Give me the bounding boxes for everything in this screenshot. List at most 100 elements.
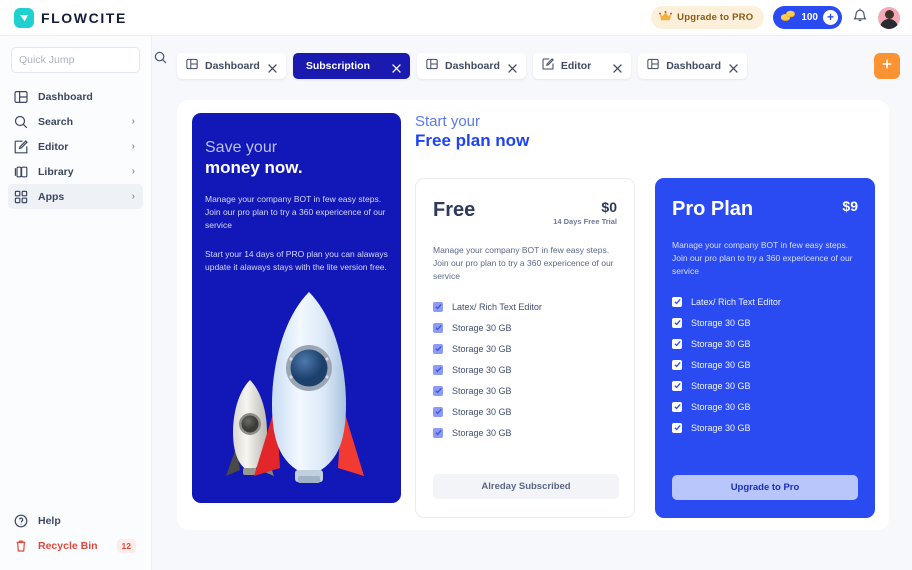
plans-section: Start your Free plan now Free $0 14 Days… <box>415 113 875 518</box>
quick-jump-search[interactable] <box>11 47 167 73</box>
plans-title: Free plan now <box>415 131 530 150</box>
sidebar-item-label: Recycle Bin <box>38 539 98 552</box>
sidebar-item-label: Help <box>38 514 61 527</box>
plan-header: Pro Plan $9 <box>655 178 875 221</box>
tab-subscription[interactable]: Subscription <box>292 53 411 79</box>
tab-dashboard-2[interactable]: Dashboard <box>417 53 526 79</box>
bell-icon <box>853 8 867 28</box>
dashboard-icon <box>14 90 34 104</box>
feature-item: Storage 30 GB <box>672 375 858 396</box>
avatar-head <box>884 9 894 19</box>
rockets-illustration <box>192 280 401 495</box>
feature-item: Storage 30 GB <box>433 401 617 422</box>
chevron-right-icon: › <box>131 141 135 152</box>
checkbox-checked-icon <box>672 317 682 328</box>
avatar[interactable] <box>878 6 900 29</box>
feature-item: Storage 30 GB <box>433 422 617 443</box>
sidebar: Dashboard Search › Editor <box>0 36 167 570</box>
plan-price: $0 <box>601 199 617 215</box>
plan-price-box: $9 <box>842 198 858 214</box>
close-icon[interactable] <box>507 61 518 73</box>
avatar-body <box>880 18 898 29</box>
plan-name: Free <box>433 199 476 221</box>
coins-icon <box>780 9 796 27</box>
upgrade-to-pro-cta-button[interactable]: Upgrade to Pro <box>672 475 858 500</box>
plan-features: Latex/ Rich Text Editor Storage 30 GB St… <box>416 282 634 443</box>
add-tab-button[interactable] <box>874 53 900 79</box>
sidebar-item-dashboard[interactable]: Dashboard <box>8 84 143 109</box>
feature-item: Storage 30 GB <box>433 380 617 401</box>
plan-description: Manage your company BOT in few easy step… <box>433 245 614 281</box>
close-icon[interactable] <box>267 61 278 73</box>
checkbox-checked-icon <box>433 343 443 354</box>
sidebar-footer: Help Recycle Bin 12 <box>0 508 152 558</box>
feature-label: Storage 30 GB <box>691 317 751 328</box>
sidebar-item-library[interactable]: Library › <box>8 159 143 184</box>
app-root: FLOWCITE Upgrade to PRO 100 + Quick Jump… <box>0 0 912 570</box>
feature-label: Storage 30 GB <box>452 364 512 375</box>
search-input[interactable] <box>19 54 154 66</box>
tab-dashboard-3[interactable]: Dashboard <box>638 53 748 79</box>
plan-card-pro: Pro Plan $9 Manage your company BOT in f… <box>655 178 875 518</box>
sidebar-item-label: Search <box>38 115 74 128</box>
feature-label: Storage 30 GB <box>452 322 512 333</box>
app-logo[interactable]: FLOWCITE <box>14 7 127 28</box>
add-coins-button[interactable]: + <box>823 10 838 25</box>
feature-label: Storage 30 GB <box>691 359 751 370</box>
sidebar-item-label: Editor <box>38 140 69 153</box>
plan-price-box: $0 14 Days Free Trial <box>553 199 617 226</box>
dashboard-icon <box>426 57 438 75</box>
sidebar-item-apps[interactable]: Apps › <box>8 184 143 209</box>
upgrade-to-pro-button[interactable]: Upgrade to PRO <box>651 6 765 29</box>
checkbox-checked-icon <box>672 401 682 412</box>
feature-item: Storage 30 GB <box>433 338 617 359</box>
feature-label: Storage 30 GB <box>452 427 512 438</box>
already-subscribed-button[interactable]: Alreday Subscribed <box>433 474 619 499</box>
sidebar-item-editor[interactable]: Editor › <box>8 134 143 159</box>
upgrade-to-pro-label: Upgrade to PRO <box>677 12 754 23</box>
sidebar-item-recycle-bin[interactable]: Recycle Bin 12 <box>8 533 144 558</box>
checkbox-checked-icon <box>672 296 682 307</box>
coins-balance-pill[interactable]: 100 + <box>773 6 842 29</box>
close-icon[interactable] <box>728 61 739 73</box>
plan-features: Latex/ Rich Text Editor Storage 30 GB St… <box>655 277 875 438</box>
close-icon[interactable] <box>612 61 623 73</box>
editor-icon <box>542 57 554 75</box>
feature-label: Storage 30 GB <box>452 385 512 396</box>
plans-subtitle: Start your <box>415 113 481 130</box>
sidebar-item-search[interactable]: Search › <box>8 109 143 134</box>
promo-card: Save your money now. Manage your company… <box>192 113 401 503</box>
checkbox-checked-icon <box>433 364 443 375</box>
promo-paragraph-1: Manage your company BOT in few easy step… <box>205 194 386 231</box>
checkbox-checked-icon <box>433 322 443 333</box>
coins-count: 100 <box>801 12 818 23</box>
feature-item: Latex/ Rich Text Editor <box>672 291 858 312</box>
feature-item: Storage 30 GB <box>672 312 858 333</box>
plan-description: Manage your company BOT in few easy step… <box>672 240 853 276</box>
notifications-button[interactable] <box>851 8 869 28</box>
editor-icon <box>14 139 34 154</box>
feature-item: Storage 30 GB <box>672 396 858 417</box>
tab-label: Dashboard <box>445 60 500 72</box>
chevron-right-icon: › <box>131 166 135 177</box>
trash-icon <box>14 539 34 553</box>
checkbox-checked-icon <box>433 301 443 312</box>
help-circle-icon <box>14 514 34 528</box>
plus-icon <box>880 57 894 76</box>
tab-editor[interactable]: Editor <box>532 53 632 79</box>
search-icon <box>14 115 34 129</box>
promo-paragraph-2: Start your 14 days of PRO plan you can a… <box>205 248 388 272</box>
library-icon <box>14 165 34 179</box>
plan-cards: Free $0 14 Days Free Trial Manage your c… <box>415 178 875 518</box>
feature-label: Latex/ Rich Text Editor <box>691 296 781 307</box>
sidebar-item-help[interactable]: Help <box>8 508 144 533</box>
sidebar-nav: Dashboard Search › Editor › Library › Ap… <box>0 84 151 209</box>
feature-item: Storage 30 GB <box>433 359 617 380</box>
subscription-panel: Save your money now. Manage your company… <box>177 100 889 530</box>
chevron-right-icon: › <box>131 191 135 202</box>
close-icon[interactable] <box>391 61 402 73</box>
plan-price: $9 <box>842 198 858 214</box>
feature-label: Storage 30 GB <box>691 422 751 433</box>
plan-price-note: 14 Days Free Trial <box>553 217 617 226</box>
tab-dashboard-1[interactable]: Dashboard <box>177 53 286 79</box>
